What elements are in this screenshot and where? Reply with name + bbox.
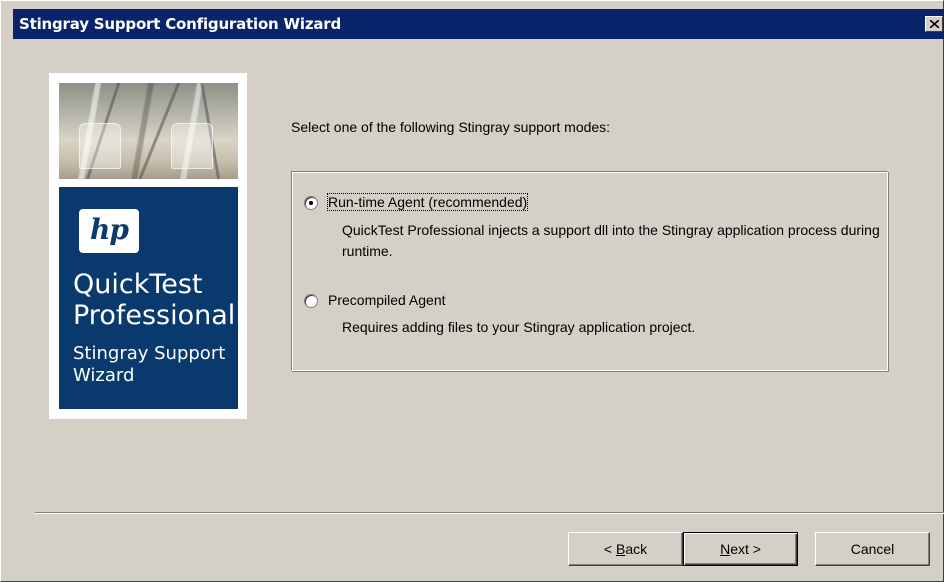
product-subtitle: Stingray Support Wizard <box>73 343 238 387</box>
back-button-prefix: < <box>603 541 616 557</box>
close-button[interactable] <box>925 16 943 32</box>
product-name: QuickTest Professional <box>73 269 238 331</box>
precompiled-agent-description: Requires adding files to your Stingray a… <box>342 319 696 335</box>
back-button-mnemonic: B <box>615 541 626 557</box>
product-name-line2: Professional <box>73 300 236 331</box>
precompiled-agent-label[interactable]: Precompiled Agent <box>328 292 446 308</box>
option-precompiled-agent[interactable]: Precompiled Agent <box>304 292 864 312</box>
product-subtitle-line1: Stingray Support <box>73 343 226 364</box>
product-subtitle-line2: Wizard <box>73 365 135 386</box>
runtime-agent-radio[interactable] <box>304 196 318 210</box>
brand-box: hp QuickTest Professional Stingray Suppo… <box>59 187 238 409</box>
option-runtime-agent[interactable]: Run-time Agent (recommended) <box>304 193 864 214</box>
support-mode-group: Run-time Agent (recommended) QuickTest P… <box>291 171 888 371</box>
back-button-rest: ack <box>625 541 648 557</box>
back-button[interactable]: < Back <box>568 532 683 566</box>
banner-photo <box>59 83 238 179</box>
title-bar[interactable]: Stingray Support Configuration Wizard <box>13 9 944 39</box>
mode-prompt: Select one of the following Stingray sup… <box>291 119 611 135</box>
window-title: Stingray Support Configuration Wizard <box>19 15 342 33</box>
next-button-mnemonic: N <box>720 541 731 557</box>
cancel-button[interactable]: Cancel <box>815 532 930 566</box>
product-name-line1: QuickTest <box>73 269 203 300</box>
runtime-agent-label[interactable]: Run-time Agent (recommended) <box>326 193 529 211</box>
precompiled-agent-radio[interactable] <box>304 294 318 308</box>
wizard-window: Stingray Support Configuration Wizard hp… <box>0 0 944 582</box>
hp-logo: hp <box>79 209 139 253</box>
hp-logo-text: hp <box>90 213 129 246</box>
next-button[interactable]: Next > <box>683 532 798 566</box>
wizard-banner: hp QuickTest Professional Stingray Suppo… <box>49 73 247 419</box>
next-button-rest: ext > <box>730 541 761 557</box>
close-icon <box>930 20 939 28</box>
runtime-agent-description: QuickTest Professional injects a support… <box>342 222 880 259</box>
footer-separator <box>35 512 944 514</box>
